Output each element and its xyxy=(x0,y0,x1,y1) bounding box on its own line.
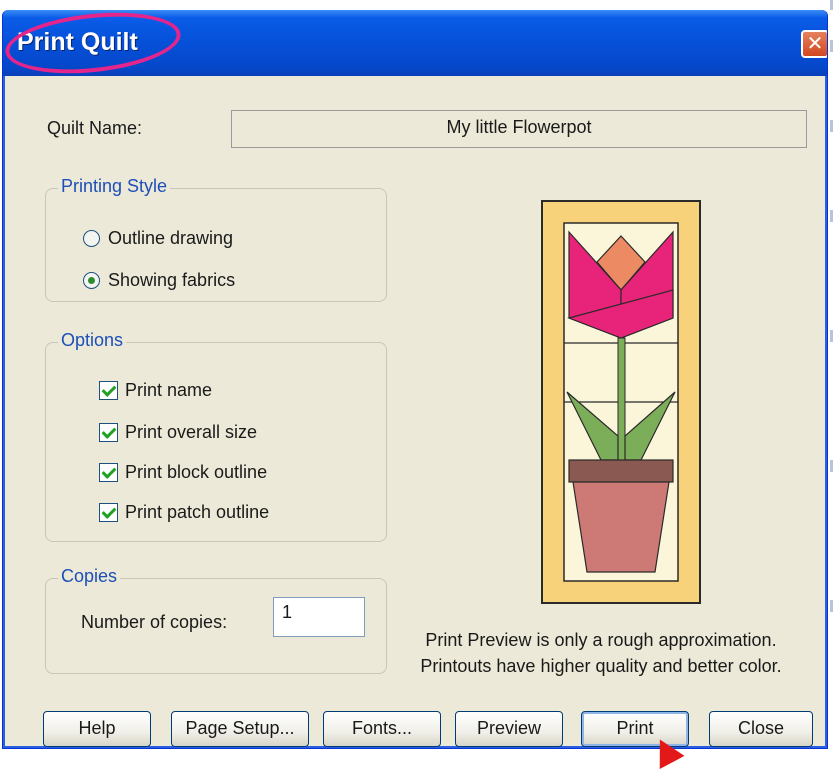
checkbox-print-name[interactable]: Print name xyxy=(99,380,212,401)
checkbox-label: Print block outline xyxy=(125,462,268,482)
fonts-button[interactable]: Fonts... xyxy=(323,711,441,747)
copies-title: Copies xyxy=(58,566,121,587)
printing-style-title: Printing Style xyxy=(58,176,171,197)
checkbox-label: Print overall size xyxy=(125,422,258,442)
options-title: Options xyxy=(58,330,127,351)
print-quilt-dialog: Print Quilt ✕ Quilt Name: My little Flow… xyxy=(2,10,828,749)
close-button[interactable]: Close xyxy=(709,711,813,747)
radio-button-selected[interactable] xyxy=(83,272,100,289)
radio-showing-fabrics[interactable]: Showing fabrics xyxy=(83,270,235,291)
tulip-stem xyxy=(617,337,626,461)
background-window-edge xyxy=(829,0,835,770)
checkbox-print-patch-outline[interactable]: Print patch outline xyxy=(99,502,269,523)
close-icon[interactable]: ✕ xyxy=(801,30,827,58)
page-setup-button[interactable]: Page Setup... xyxy=(171,711,309,747)
radio-button[interactable] xyxy=(83,230,100,247)
checkbox[interactable] xyxy=(99,503,118,522)
checkbox[interactable] xyxy=(99,381,118,400)
quilt-name-field: My little Flowerpot xyxy=(231,110,807,148)
help-button[interactable]: Help xyxy=(43,711,151,747)
copies-label: Number of copies: xyxy=(81,612,228,632)
radio-label: Showing fabrics xyxy=(108,270,236,290)
preview-note-line-2: Printouts have higher quality and better… xyxy=(420,656,782,676)
pot-body xyxy=(572,481,670,573)
pot-rim xyxy=(568,459,674,483)
dialog-title: Print Quilt xyxy=(17,28,138,56)
checkbox[interactable] xyxy=(99,463,118,482)
checkbox-label: Print name xyxy=(125,380,213,400)
title-bar[interactable]: Print Quilt ✕ xyxy=(3,10,827,82)
radio-label: Outline drawing xyxy=(108,228,234,248)
checkbox-print-overall-size[interactable]: Print overall size xyxy=(99,422,257,443)
checkbox-label: Print patch outline xyxy=(125,502,270,522)
dialog-body: Quilt Name: My little Flowerpot Printing… xyxy=(11,76,819,747)
preview-button[interactable]: Preview xyxy=(455,711,563,747)
copies-input[interactable]: 1 xyxy=(273,597,365,637)
radio-outline-drawing[interactable]: Outline drawing xyxy=(83,228,233,249)
quilt-name-label: Quilt Name: xyxy=(47,118,143,138)
checkbox[interactable] xyxy=(99,423,118,442)
preview-note-line-1: Print Preview is only a rough approximat… xyxy=(425,630,777,650)
quilt-preview-image xyxy=(541,200,701,604)
preview-note: Print Preview is only a rough approximat… xyxy=(391,627,811,679)
checkbox-print-block-outline[interactable]: Print block outline xyxy=(99,462,267,483)
